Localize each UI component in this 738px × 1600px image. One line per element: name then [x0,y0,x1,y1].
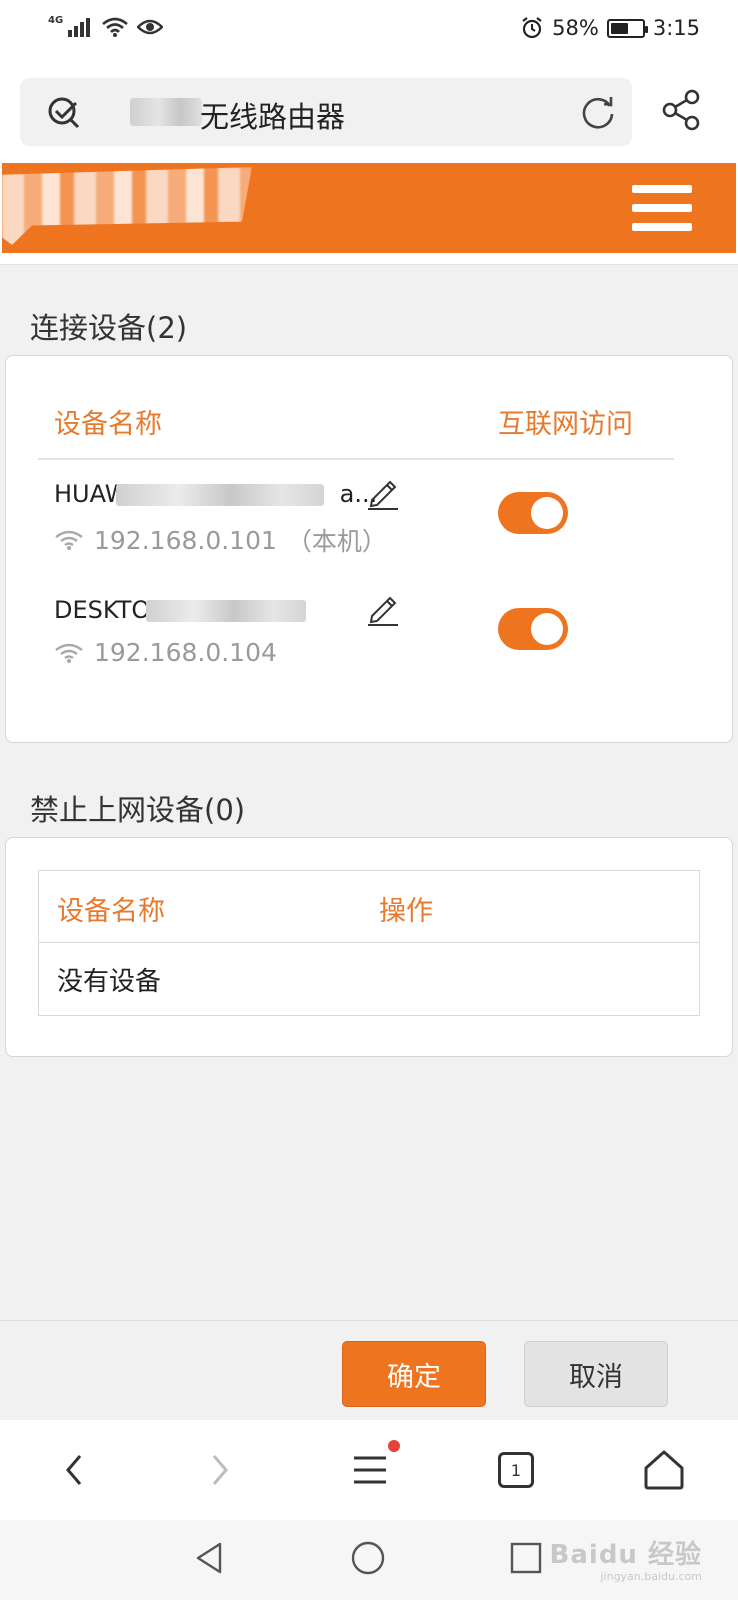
home-icon[interactable] [636,1442,692,1498]
notification-dot [388,1440,400,1452]
chevron-left-icon[interactable] [46,1442,102,1498]
share-icon[interactable] [660,88,704,132]
hamburger-menu-icon[interactable] [632,185,692,231]
internet-access-toggle[interactable] [498,608,568,650]
connected-devices-card: 设备名称 互联网访问 HUAWE a... 192.168.0.101 （本机）… [5,355,733,743]
column-device-name: 设备名称 [54,409,162,440]
tabs-icon[interactable]: 1 [488,1442,544,1498]
wifi-icon [55,530,83,550]
toggle-knob [531,613,563,645]
browser-bottom-nav: 1 [0,1420,738,1520]
table-row: 没有设备 [39,943,699,1015]
page-content: 连接设备(2) 设备名称 互联网访问 HUAWE a... 192.168.0.… [0,264,738,1320]
url-redacted [130,98,202,126]
device-ip: 192.168.0.104 [94,638,277,667]
pencil-icon[interactable] [366,474,400,510]
triangle-back-icon[interactable] [190,1538,230,1578]
wifi-icon [102,17,129,37]
url-text[interactable]: 无线路由器 [200,94,345,136]
chevron-right-icon[interactable] [192,1442,248,1498]
column-internet-access: 互联网访问 [498,409,633,440]
device-ip-row: 192.168.0.101 （本机） [54,522,387,558]
signal-icon [68,18,91,37]
device-note: （本机） [286,527,387,556]
search-engine-icon[interactable] [46,94,82,130]
pencil-icon[interactable] [366,590,400,626]
square-recents-icon[interactable] [506,1538,546,1578]
clock: 3:15 [652,16,700,40]
device-ip: 192.168.0.101 [94,525,277,555]
battery-percent: 58% [552,16,599,40]
connected-devices-title: 连接设备(2) [30,311,188,345]
table-header-row: 设备名称 操作 [39,871,699,943]
device-name-redacted [116,484,324,506]
baidu-watermark-url: jingyan.baidu.com [600,1570,702,1583]
status-left: 4G [48,14,164,38]
column-device-name: 设备名称 [57,896,165,927]
system-navigation-bar: Baidu 经验 jingyan.baidu.com [0,1520,738,1600]
column-action: 操作 [379,896,433,927]
confirm-button[interactable]: 确定 [342,1341,486,1407]
toggle-knob [531,497,563,529]
wifi-icon [55,643,83,663]
internet-access-toggle[interactable] [498,492,568,534]
reload-icon[interactable] [578,92,618,132]
tab-count: 1 [498,1452,534,1488]
circle-home-icon[interactable] [348,1538,388,1578]
logo-redacted [2,167,252,245]
baidu-watermark: Baidu 经验 [549,1540,702,1570]
status-right: 58% 3:15 [520,16,700,40]
address-bar[interactable]: 无线路由器 [20,78,632,146]
blocked-devices-title: 禁止上网设备(0) [30,793,246,827]
cancel-button[interactable]: 取消 [524,1341,668,1407]
eye-icon [137,19,164,35]
header-divider [38,458,674,460]
browser-toolbar: 无线路由器 [0,62,738,162]
blocked-devices-table: 设备名称 操作 没有设备 [38,870,700,1016]
form-footer: 确定 取消 [0,1320,738,1420]
empty-state-text: 没有设备 [57,967,162,997]
alarm-icon [522,17,542,39]
status-bar: 4G 58% 3:15 [0,0,738,62]
network-type: 4G [48,14,64,26]
router-header [2,163,736,253]
device-ip-row: 192.168.0.104 [54,638,277,667]
blocked-devices-card: 设备名称 操作 没有设备 [5,837,733,1057]
battery-icon [606,18,648,38]
device-name-redacted [146,600,306,622]
